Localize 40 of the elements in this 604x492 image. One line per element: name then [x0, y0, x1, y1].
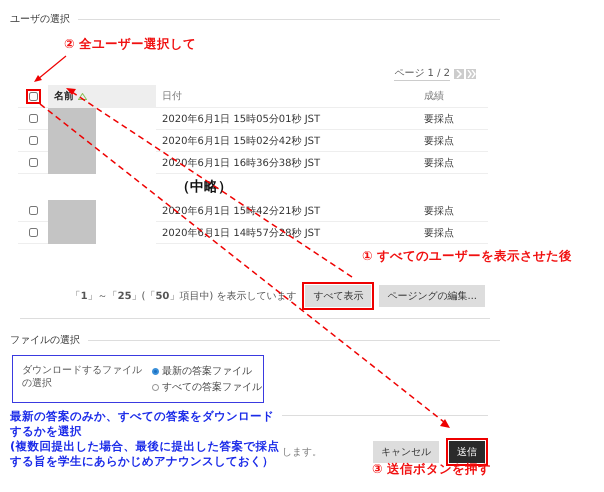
annotation-label: ② 全ユーザー選択して [64, 36, 196, 53]
photo-placeholder [48, 200, 96, 244]
date-cell-text: 2020年6月1日 16時36分38秒 JST [162, 156, 320, 170]
column-header[interactable]: 日付 [162, 89, 182, 103]
instruction-text: します。 [282, 446, 322, 459]
grade-cell-text: 要採点 [424, 134, 454, 148]
row-checkbox[interactable] [28, 206, 38, 215]
select-all-checkbox[interactable] [28, 92, 38, 100]
grade-cell-text: 要採点 [424, 226, 454, 240]
photo-placeholder [48, 108, 96, 174]
annotation-label: ③ 送信ボタンを押す [372, 461, 491, 478]
annotation-note: (複数回提出した場合、最後に提出した答案で採点する旨を学生にあらかじめアナウンスしておく） [10, 439, 280, 469]
row-checkbox[interactable] [28, 136, 38, 145]
chevron-right-icon [456, 70, 462, 78]
item-count-text: 「1」～「25」(「50」項目中) を表示しています [70, 290, 296, 303]
grade-cell-text: 要採点 [424, 204, 454, 218]
grade-cell-text: 要採点 [424, 156, 454, 170]
column-header[interactable]: 成績 [424, 89, 444, 103]
row-checkbox[interactable] [28, 114, 38, 123]
page-indicator: ページ 1 / 2 [394, 66, 450, 81]
radio-button[interactable] [152, 368, 159, 374]
action-button[interactable]: すべて表示 [305, 285, 372, 307]
date-cell-text: 2020年6月1日 15時02分42秒 JST [162, 134, 320, 148]
date-cell-text: 2020年6月1日 15時05分01秒 JST [162, 112, 320, 126]
grade-cell-text: 要採点 [424, 112, 454, 126]
action-button[interactable]: 送信 [449, 441, 485, 463]
row-checkbox[interactable] [28, 158, 38, 167]
arrow [34, 56, 66, 82]
annotation-label: ① すべてのユーザーを表示させた後 [362, 248, 572, 265]
section-title: ファイルの選択 [10, 334, 80, 347]
section-title: ユーザの選択 [10, 13, 70, 26]
double-chevron-right-icon [466, 70, 476, 78]
row-checkbox[interactable] [28, 228, 38, 237]
radio-option[interactable]: 最新の答案ファイル [152, 364, 262, 378]
action-button[interactable]: キャンセル [373, 441, 439, 463]
field-label: ダウンロードするファイルの選択 [22, 364, 143, 391]
radio-option[interactable]: すべての答案ファイル [152, 380, 262, 394]
action-button[interactable]: ページングの編集... [379, 285, 485, 307]
annotation-note: 最新の答案のみか、すべての答案をダウンロードするかを選択 [10, 409, 275, 439]
radio-button[interactable] [152, 384, 159, 390]
